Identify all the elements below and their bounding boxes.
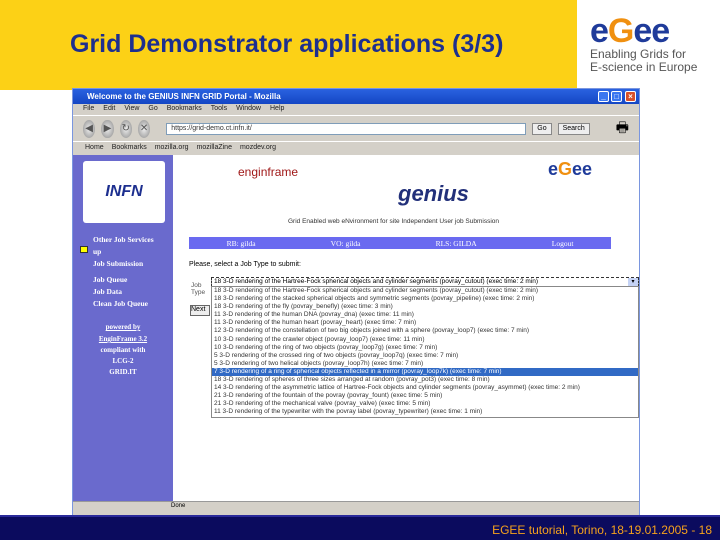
job-type-option[interactable]: 7 3-D rendering of a ring of spherical o… xyxy=(212,367,638,377)
job-type-option[interactable]: 14 3-D rendering of the asymmetric latti… xyxy=(212,384,638,392)
status-bar: Done xyxy=(73,501,639,511)
search-button[interactable]: Search xyxy=(557,122,590,135)
job-type-option[interactable]: 21 3-D rendering of the fountain of the … xyxy=(212,392,638,400)
menu-view[interactable]: View xyxy=(124,105,139,114)
job-type-option[interactable]: 10 3-D rendering of the ring of two obje… xyxy=(212,344,638,352)
job-type-dropdown-list: 18 3-D rendering of the Hartree-Fock sph… xyxy=(211,286,639,418)
minimize-button[interactable]: _ xyxy=(598,91,609,102)
logo-tagline: E-science in Europe xyxy=(590,60,698,74)
go-button[interactable]: Go xyxy=(532,122,552,135)
footer-text: EGEE tutorial, Torino, 18-19.01.2005 - 1… xyxy=(492,523,712,537)
stop-icon[interactable]: ✕ xyxy=(137,119,151,138)
rls-label: RLS: GILDA xyxy=(435,238,477,248)
credit-enginframe[interactable]: EnginFrame 3.2 xyxy=(73,335,173,343)
slide-title: Grid Demonstrator applications (3/3) xyxy=(70,30,504,58)
slide-footer: EGEE tutorial, Torino, 18-19.01.2005 - 1… xyxy=(0,515,720,540)
select-prompt: Please, select a Job Type to submit: xyxy=(189,261,301,268)
job-type-option[interactable]: 11 3-D rendering of the typewriter with … xyxy=(212,408,638,416)
job-type-option[interactable]: 18 3-D rendering of spheres of three siz… xyxy=(212,376,638,384)
job-type-option[interactable]: 10 3-D rendering of the crawler object (… xyxy=(212,336,638,344)
job-type-option[interactable]: 5 3-D rendering of the crossed ring of t… xyxy=(212,352,638,360)
sidebar: INFN Other Job Services up Job Submissio… xyxy=(73,155,173,511)
bookmark-mozdev[interactable]: mozdev.org xyxy=(240,144,276,153)
rb-label: RB: gilda xyxy=(226,238,256,248)
menu-help[interactable]: Help xyxy=(270,105,284,114)
folder-icon xyxy=(80,246,88,253)
page-content: INFN Other Job Services up Job Submissio… xyxy=(73,155,639,511)
print-icon[interactable]: 🖶 xyxy=(616,117,629,141)
portal-subtitle: Grid Enabled web eNvironment for site In… xyxy=(288,218,500,225)
info-bar: RB: gilda VO: gilda RLS: GILDA Logout xyxy=(189,237,611,249)
job-type-option[interactable]: 12 3-D rendering of the constellation of… xyxy=(212,327,638,335)
menu-edit[interactable]: Edit xyxy=(103,105,115,114)
maximize-button[interactable]: □ xyxy=(611,91,622,102)
sidebar-job-data[interactable]: Job Data xyxy=(93,287,122,296)
title-bar: Welcome to the GENIUS INFN GRID Portal -… xyxy=(73,89,639,104)
job-type-option[interactable]: 18 3-D rendering of the Hartree-Fock sph… xyxy=(212,287,638,295)
sidebar-up[interactable]: up xyxy=(93,247,101,256)
credit-gridit: GRID.IT xyxy=(109,368,137,376)
sidebar-other-job-services: Other Job Services xyxy=(93,235,154,244)
slide-header: Grid Demonstrator applications (3/3) xyxy=(0,0,577,90)
bookmark-mozilla[interactable]: mozilla.org xyxy=(155,144,189,153)
status-text: Done xyxy=(171,503,186,509)
enginframe-logo: enginframe xyxy=(238,165,299,179)
menu-file[interactable]: File xyxy=(83,105,94,114)
job-type-label: Job Type xyxy=(191,282,206,296)
sidebar-job-queue[interactable]: Job Queue xyxy=(93,275,127,284)
logout-link[interactable]: Logout xyxy=(552,239,574,248)
reload-icon[interactable]: ↻ xyxy=(119,119,132,138)
bookmark-home[interactable]: Home xyxy=(85,144,104,153)
menu-bar: File Edit View Go Bookmarks Tools Window Help xyxy=(73,104,639,115)
back-icon[interactable]: ◀ xyxy=(83,119,96,138)
infn-logo: INFN xyxy=(83,161,165,223)
egee-logo: eGee Enabling Grids for E-science in Eur… xyxy=(590,14,715,74)
credit-powered-by[interactable]: powered by xyxy=(73,323,173,331)
url-input[interactable]: https://grid-demo.ct.infn.it/ xyxy=(166,122,527,135)
selected-job-type: 18 3-D rendering of the Hartree-Fock sph… xyxy=(214,278,539,285)
forward-icon[interactable]: ▶ xyxy=(101,119,114,138)
job-type-option[interactable]: 18 3-D rendering of the stacked spherica… xyxy=(212,295,638,303)
sidebar-job-submission[interactable]: Job Submission xyxy=(93,259,143,268)
menu-window[interactable]: Window xyxy=(236,105,261,114)
menu-tools[interactable]: Tools xyxy=(211,105,227,114)
job-type-option[interactable]: 11 3-D rendering of the human DNA (povra… xyxy=(212,311,638,319)
job-type-option[interactable]: 21 3-D rendering of the mechanical valve… xyxy=(212,400,638,408)
egee-small-logo: eGee xyxy=(548,159,593,179)
menu-bookmarks[interactable]: Bookmarks xyxy=(167,105,202,114)
credit-compliant: compliant with xyxy=(100,346,146,354)
portal-main: enginframe genius eGee Grid Enabled web … xyxy=(173,155,639,511)
sidebar-clean-job-queue[interactable]: Clean Job Queue xyxy=(93,299,148,308)
bookmarks-toolbar: Home Bookmarks mozilla.org mozillaZine mozde… xyxy=(73,141,639,155)
browser-window: Welcome to the GENIUS INFN GRID Portal -… xyxy=(72,88,640,520)
window-title: Welcome to the GENIUS INFN GRID Portal -… xyxy=(87,92,281,101)
navigation-toolbar: ◀ ▶ ↻ ✕ https://grid-demo.ct.infn.it/ Go Se… xyxy=(73,115,639,141)
genius-logo: genius xyxy=(398,181,469,206)
chevron-down-icon[interactable]: ▾ xyxy=(628,278,638,286)
credit-lcg2: LCG-2 xyxy=(112,357,134,365)
vo-label: VO: gilda xyxy=(330,238,361,248)
menu-go[interactable]: Go xyxy=(148,105,157,114)
next-button[interactable]: Next xyxy=(190,305,210,316)
job-type-option[interactable]: 5 3-D rendering of two helical objects (… xyxy=(212,360,638,368)
bookmark-bookmarks[interactable]: Bookmarks xyxy=(112,144,147,153)
bookmark-mozillazine[interactable]: mozillaZine xyxy=(197,144,232,153)
job-type-option[interactable]: 11 3-D rendering of the human heart (pov… xyxy=(212,319,638,327)
close-button[interactable]: × xyxy=(625,91,636,102)
job-type-option[interactable]: 18 3-D rendering of the fly (povray_bene… xyxy=(212,303,638,311)
